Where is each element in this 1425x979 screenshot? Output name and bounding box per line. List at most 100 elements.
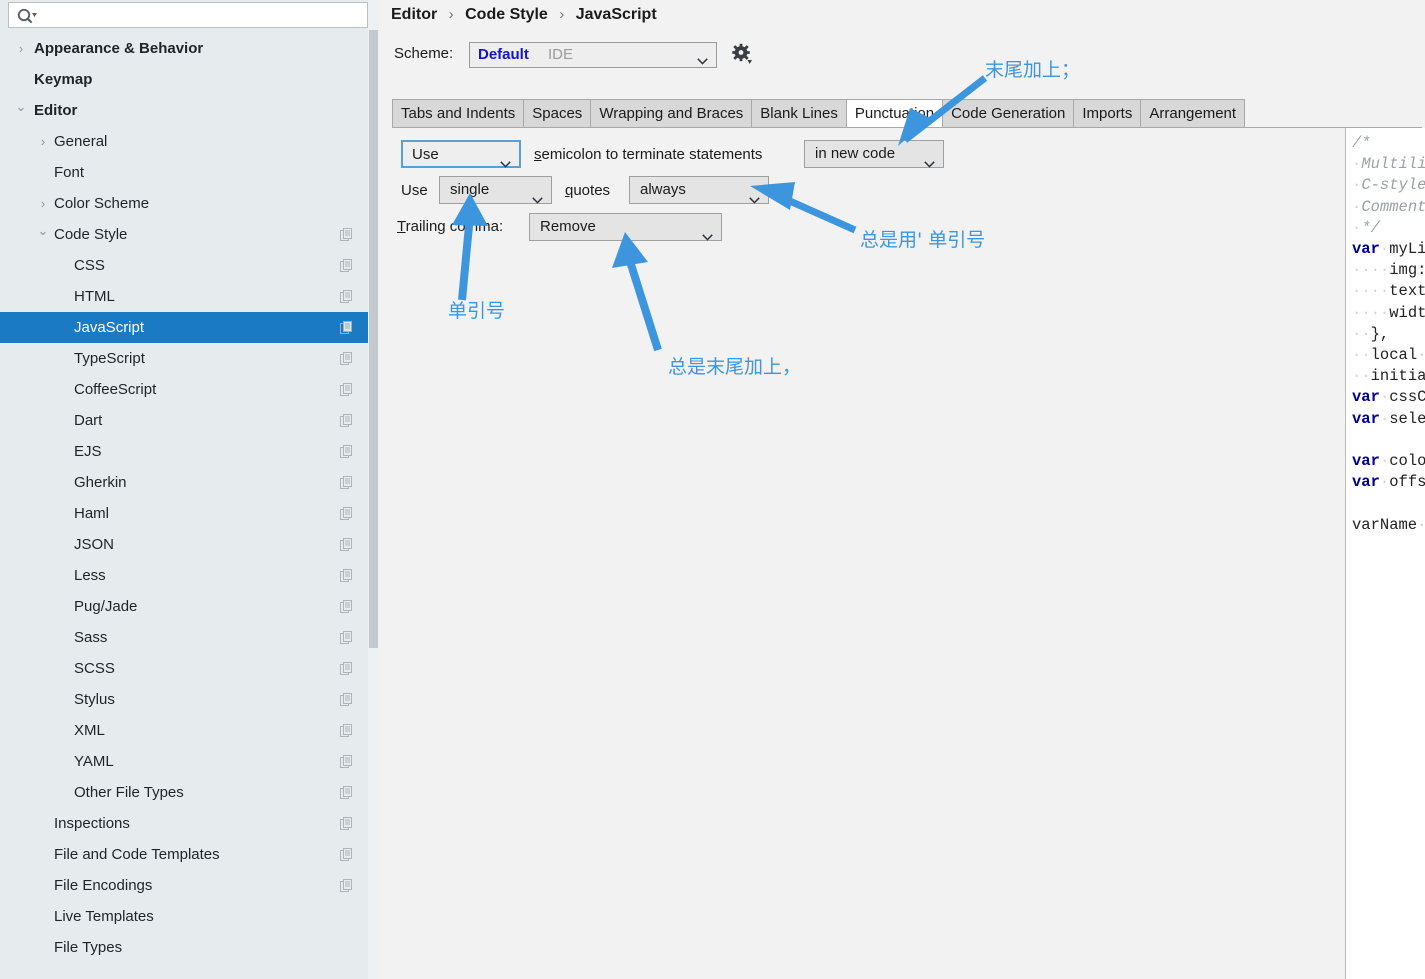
breadcrumb-code-style[interactable]: Code Style	[465, 6, 548, 23]
semicolon-use-dropdown[interactable]: Use	[401, 140, 521, 168]
copy-settings-icon[interactable]	[340, 569, 353, 582]
tab-wrapping-and-braces[interactable]: Wrapping and Braces	[591, 99, 753, 128]
copy-settings-icon[interactable]	[340, 538, 353, 551]
copy-settings-icon[interactable]	[340, 786, 353, 799]
copy-settings-icon[interactable]	[340, 414, 353, 427]
tab-punctuation[interactable]: Punctuation	[846, 99, 944, 128]
sidebar-item-font[interactable]: Font	[0, 157, 379, 188]
search-input[interactable]	[43, 3, 367, 29]
sidebar-item-label: Editor	[34, 102, 78, 119]
breadcrumb-separator-1: ›	[448, 6, 454, 23]
copy-settings-icon[interactable]	[340, 321, 353, 334]
sidebar-item-yaml[interactable]: YAML	[0, 746, 379, 777]
scheme-dropdown[interactable]: Default IDE	[469, 42, 717, 68]
copy-settings-icon[interactable]	[340, 290, 353, 303]
quotes-when-value: always	[640, 181, 686, 198]
settings-tree[interactable]: › Appearance & Behavior Keymap ⌄ Editor › Gene…	[0, 33, 379, 979]
sidebar-item-label: Inspections	[54, 815, 130, 832]
chevron-down-icon	[702, 224, 713, 241]
copy-settings-icon[interactable]	[340, 259, 353, 272]
sidebar-item-general[interactable]: › General	[0, 126, 379, 157]
copy-settings-icon[interactable]	[340, 507, 353, 520]
sidebar-item-other-file-types[interactable]: Other File Types	[0, 777, 379, 808]
sidebar-item-live-templates[interactable]: Live Templates	[0, 901, 379, 932]
chevron-right-icon[interactable]: ›	[14, 33, 28, 64]
sidebar-item-gherkin[interactable]: Gherkin	[0, 467, 379, 498]
sidebar-item-stylus[interactable]: Stylus	[0, 684, 379, 715]
gear-icon[interactable]	[731, 43, 753, 65]
sidebar-item-html[interactable]: HTML	[0, 281, 379, 312]
quotes-use-label: Use	[401, 182, 428, 199]
trailing-comma-dropdown[interactable]: Remove	[529, 213, 722, 241]
tab-imports[interactable]: Imports	[1074, 99, 1142, 128]
sidebar-item-file-encodings[interactable]: File Encodings	[0, 870, 379, 901]
copy-settings-icon[interactable]	[340, 631, 353, 644]
sidebar-item-typescript[interactable]: TypeScript	[0, 343, 379, 374]
sidebar-item-appearance-behavior[interactable]: › Appearance & Behavior	[0, 33, 379, 64]
chevron-down-icon[interactable]: ⌄	[14, 95, 28, 126]
sidebar-item-code-style[interactable]: ⌄ Code Style	[0, 219, 379, 250]
copy-settings-icon[interactable]	[340, 476, 353, 489]
code-line: ··local·=·true,	[1352, 346, 1425, 365]
copy-settings-icon[interactable]	[340, 724, 353, 737]
tab-spaces[interactable]: Spaces	[524, 99, 592, 128]
sidebar-item-pug-jade[interactable]: Pug/Jade	[0, 591, 379, 622]
code-style-tabs[interactable]: Tabs and Indents Spaces Wrapping and Brace…	[392, 99, 1246, 128]
tab-tabs-and-indents[interactable]: Tabs and Indents	[392, 99, 525, 128]
trailing-comma-value: Remove	[540, 218, 596, 235]
code-preview-panel[interactable]: /* ·Multiline ·C-style ·Comment ·*/ var·myLin…	[1346, 128, 1425, 979]
tab-arrangement[interactable]: Arrangement	[1141, 99, 1246, 128]
sidebar-item-file-types[interactable]: File Types	[0, 932, 379, 963]
code-preview-text: /* ·Multiline ·C-style ·Comment ·*/ var·myLin…	[1352, 133, 1425, 536]
sidebar-item-javascript[interactable]: JavaScript	[0, 312, 379, 343]
search-icon[interactable]	[16, 7, 38, 25]
copy-settings-icon[interactable]	[340, 352, 353, 365]
breadcrumb: Editor › Code Style › JavaScript	[391, 0, 657, 30]
sidebar-item-sass[interactable]: Sass	[0, 622, 379, 653]
copy-settings-icon[interactable]	[340, 693, 353, 706]
tab-blank-lines[interactable]: Blank Lines	[752, 99, 847, 128]
quotes-word-rest: uotes	[573, 182, 611, 199]
copy-settings-icon[interactable]	[340, 817, 353, 830]
sidebar-item-file-and-code-templates[interactable]: File and Code Templates	[0, 839, 379, 870]
copy-settings-icon[interactable]	[340, 228, 353, 241]
scheme-label: Scheme:	[394, 45, 454, 62]
chevron-right-icon[interactable]: ›	[36, 126, 50, 157]
copy-settings-icon[interactable]	[340, 383, 353, 396]
sidebar-item-ejs[interactable]: EJS	[0, 436, 379, 467]
chevron-down-icon[interactable]: ⌄	[36, 219, 50, 250]
sidebar-item-label: XML	[74, 722, 105, 739]
sidebar-item-label: Sass	[74, 629, 108, 646]
quote-kind-dropdown[interactable]: single	[439, 176, 552, 204]
tab-code-generation[interactable]: Code Generation	[943, 99, 1075, 128]
quotes-when-dropdown[interactable]: always	[629, 176, 769, 204]
sidebar-item-coffeescript[interactable]: CoffeeScript	[0, 374, 379, 405]
copy-settings-icon[interactable]	[340, 445, 353, 458]
sidebar-scrollbar-thumb[interactable]	[369, 30, 378, 648]
copy-settings-icon[interactable]	[340, 600, 353, 613]
sidebar-item-label: General	[54, 133, 108, 150]
search-box[interactable]	[8, 2, 368, 29]
sidebar-item-xml[interactable]: XML	[0, 715, 379, 746]
sidebar-item-haml[interactable]: Haml	[0, 498, 379, 529]
semicolon-mnemonic: s	[534, 146, 542, 163]
sidebar-item-scss[interactable]: SCSS	[0, 653, 379, 684]
breadcrumb-editor[interactable]: Editor	[391, 6, 437, 23]
semicolon-scope-dropdown[interactable]: in new code	[804, 140, 944, 168]
sidebar-item-json[interactable]: JSON	[0, 529, 379, 560]
sidebar-item-keymap[interactable]: Keymap	[0, 64, 379, 95]
sidebar-item-label: Less	[74, 567, 106, 584]
sidebar-item-inspections[interactable]: Inspections	[0, 808, 379, 839]
chevron-right-icon[interactable]: ›	[36, 188, 50, 219]
copy-settings-icon[interactable]	[340, 879, 353, 892]
sidebar-item-color-scheme[interactable]: › Color Scheme	[0, 188, 379, 219]
sidebar-item-dart[interactable]: Dart	[0, 405, 379, 436]
sidebar-item-css[interactable]: CSS	[0, 250, 379, 281]
sidebar-scrollbar-track[interactable]	[368, 0, 379, 979]
sidebar-item-less[interactable]: Less	[0, 560, 379, 591]
copy-settings-icon[interactable]	[340, 755, 353, 768]
sidebar-item-editor[interactable]: ⌄ Editor	[0, 95, 379, 126]
code-line: ·Multiline	[1352, 155, 1425, 174]
copy-settings-icon[interactable]	[340, 662, 353, 675]
copy-settings-icon[interactable]	[340, 848, 353, 861]
